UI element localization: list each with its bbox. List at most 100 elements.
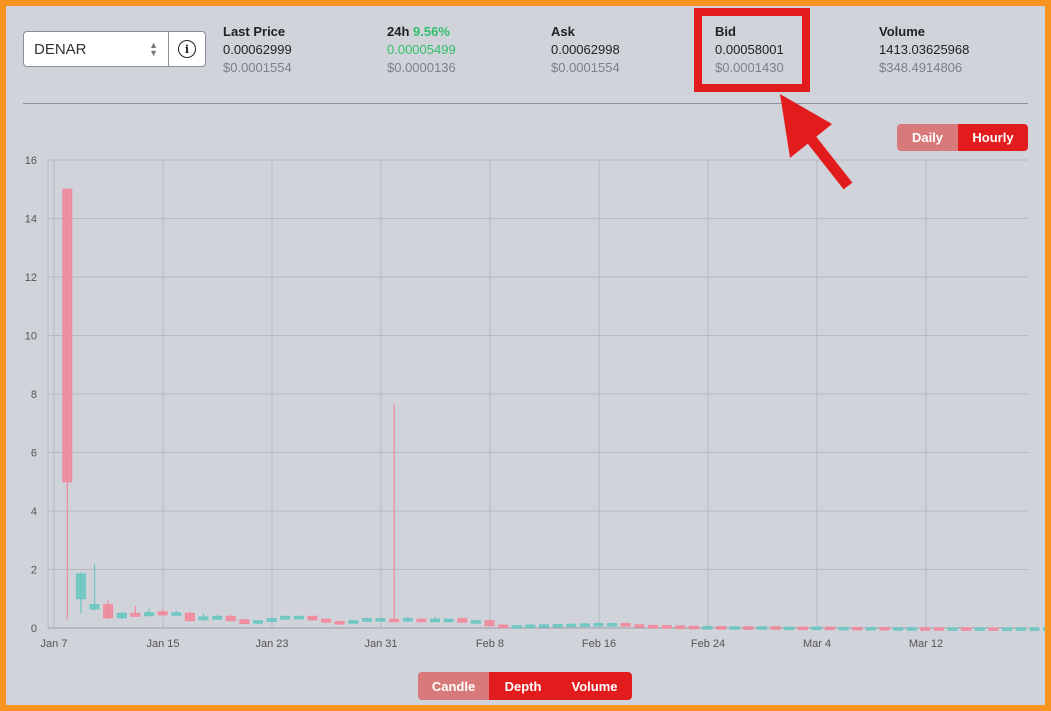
candle <box>784 626 795 631</box>
candle-body <box>416 618 427 623</box>
candle-body <box>307 615 318 621</box>
candle <box>920 627 931 631</box>
volume-button[interactable]: Volume <box>557 672 632 700</box>
candle <box>252 619 263 624</box>
candle <box>756 626 767 630</box>
candle <box>62 188 73 620</box>
candle-body <box>511 625 522 629</box>
candles <box>62 188 1045 631</box>
candle-body <box>239 619 250 625</box>
candle-body <box>716 626 727 630</box>
candle <box>1015 627 1026 631</box>
candle-body <box>103 604 114 619</box>
candle <box>375 618 386 622</box>
view-toggle: Candle Depth Volume <box>418 672 632 700</box>
candle-body <box>334 621 345 625</box>
depth-button[interactable]: Depth <box>489 672 557 700</box>
candle <box>675 625 686 629</box>
candle <box>770 626 781 630</box>
candle-body <box>130 612 141 617</box>
candle-body <box>375 618 386 622</box>
candle <box>416 618 427 623</box>
candle-body <box>920 627 931 631</box>
candle <box>184 611 195 622</box>
candle-body <box>893 627 904 631</box>
candle <box>470 619 481 624</box>
candle <box>593 622 604 627</box>
candle <box>634 624 645 628</box>
candle-body <box>184 612 195 622</box>
candle <box>988 627 999 631</box>
candle-body <box>75 573 86 600</box>
candle <box>103 600 114 620</box>
candle-body <box>402 618 413 622</box>
candle-body <box>280 615 291 620</box>
candle-body <box>498 624 509 629</box>
candle <box>293 615 304 620</box>
candle-body <box>525 624 536 629</box>
candle <box>212 614 223 620</box>
candle-body <box>539 624 549 628</box>
candle <box>620 623 631 627</box>
candle-body <box>620 623 631 627</box>
candle-body <box>361 618 372 622</box>
y-tick-label: 6 <box>31 448 37 460</box>
candle-body <box>743 626 754 630</box>
candle <box>430 616 441 623</box>
candle-body <box>1015 627 1026 631</box>
candle <box>906 627 917 631</box>
candle <box>852 626 863 631</box>
candle-body <box>974 627 985 631</box>
candle-body <box>470 620 481 624</box>
x-tick-label: Mar 12 <box>909 638 943 650</box>
candle-body <box>157 611 168 616</box>
candle <box>688 625 699 630</box>
candle-body <box>62 188 73 483</box>
candle <box>893 627 904 631</box>
candle <box>75 572 86 614</box>
candle <box>130 606 141 617</box>
candle <box>389 404 400 623</box>
candle <box>716 626 727 630</box>
candle <box>239 619 250 625</box>
x-tick-label: Jan 15 <box>146 638 179 650</box>
candle <box>457 617 468 623</box>
candle-body <box>784 626 795 631</box>
candle <box>525 624 536 629</box>
candle-body <box>198 616 209 621</box>
y-axis-ticks: 0 2 4 6 8 10 12 14 16 <box>25 155 37 635</box>
candle-body <box>634 624 645 628</box>
candle-body <box>116 612 127 619</box>
candle-body <box>443 618 454 623</box>
candle <box>661 625 672 629</box>
x-axis-ticks: Jan 7 Jan 15 Jan 23 Jan 31 Feb 8 Feb 16 Feb 24… <box>41 638 944 650</box>
y-tick-label: 12 <box>25 272 37 284</box>
candle-body <box>1029 627 1040 631</box>
candle <box>933 627 944 631</box>
candle-body <box>961 627 972 631</box>
candle <box>743 626 754 630</box>
candle <box>579 623 590 627</box>
candle <box>702 626 713 630</box>
candle-body <box>552 623 563 628</box>
candle <box>280 615 291 620</box>
x-tick-label: Jan 23 <box>255 638 288 650</box>
candle <box>1042 627 1045 631</box>
candle-body <box>266 618 277 623</box>
candle <box>552 623 563 628</box>
chart-grid <box>47 159 1028 629</box>
candle-body <box>1042 627 1045 631</box>
x-tick-label: Feb 24 <box>691 638 725 650</box>
x-tick-label: Feb 8 <box>476 638 504 650</box>
candle-button[interactable]: Candle <box>418 672 489 700</box>
candle-body <box>702 626 713 630</box>
candle-body <box>688 625 699 630</box>
candle-body <box>457 618 468 623</box>
y-tick-label: 10 <box>25 331 37 343</box>
candle <box>484 619 495 627</box>
candle-body <box>566 623 577 628</box>
candle-body <box>89 604 100 610</box>
page-frame: DENAR ▲ ▼ i Last Price 0.00062999 $0.0001… <box>6 6 1045 705</box>
candle <box>566 623 577 628</box>
candle <box>116 611 127 620</box>
